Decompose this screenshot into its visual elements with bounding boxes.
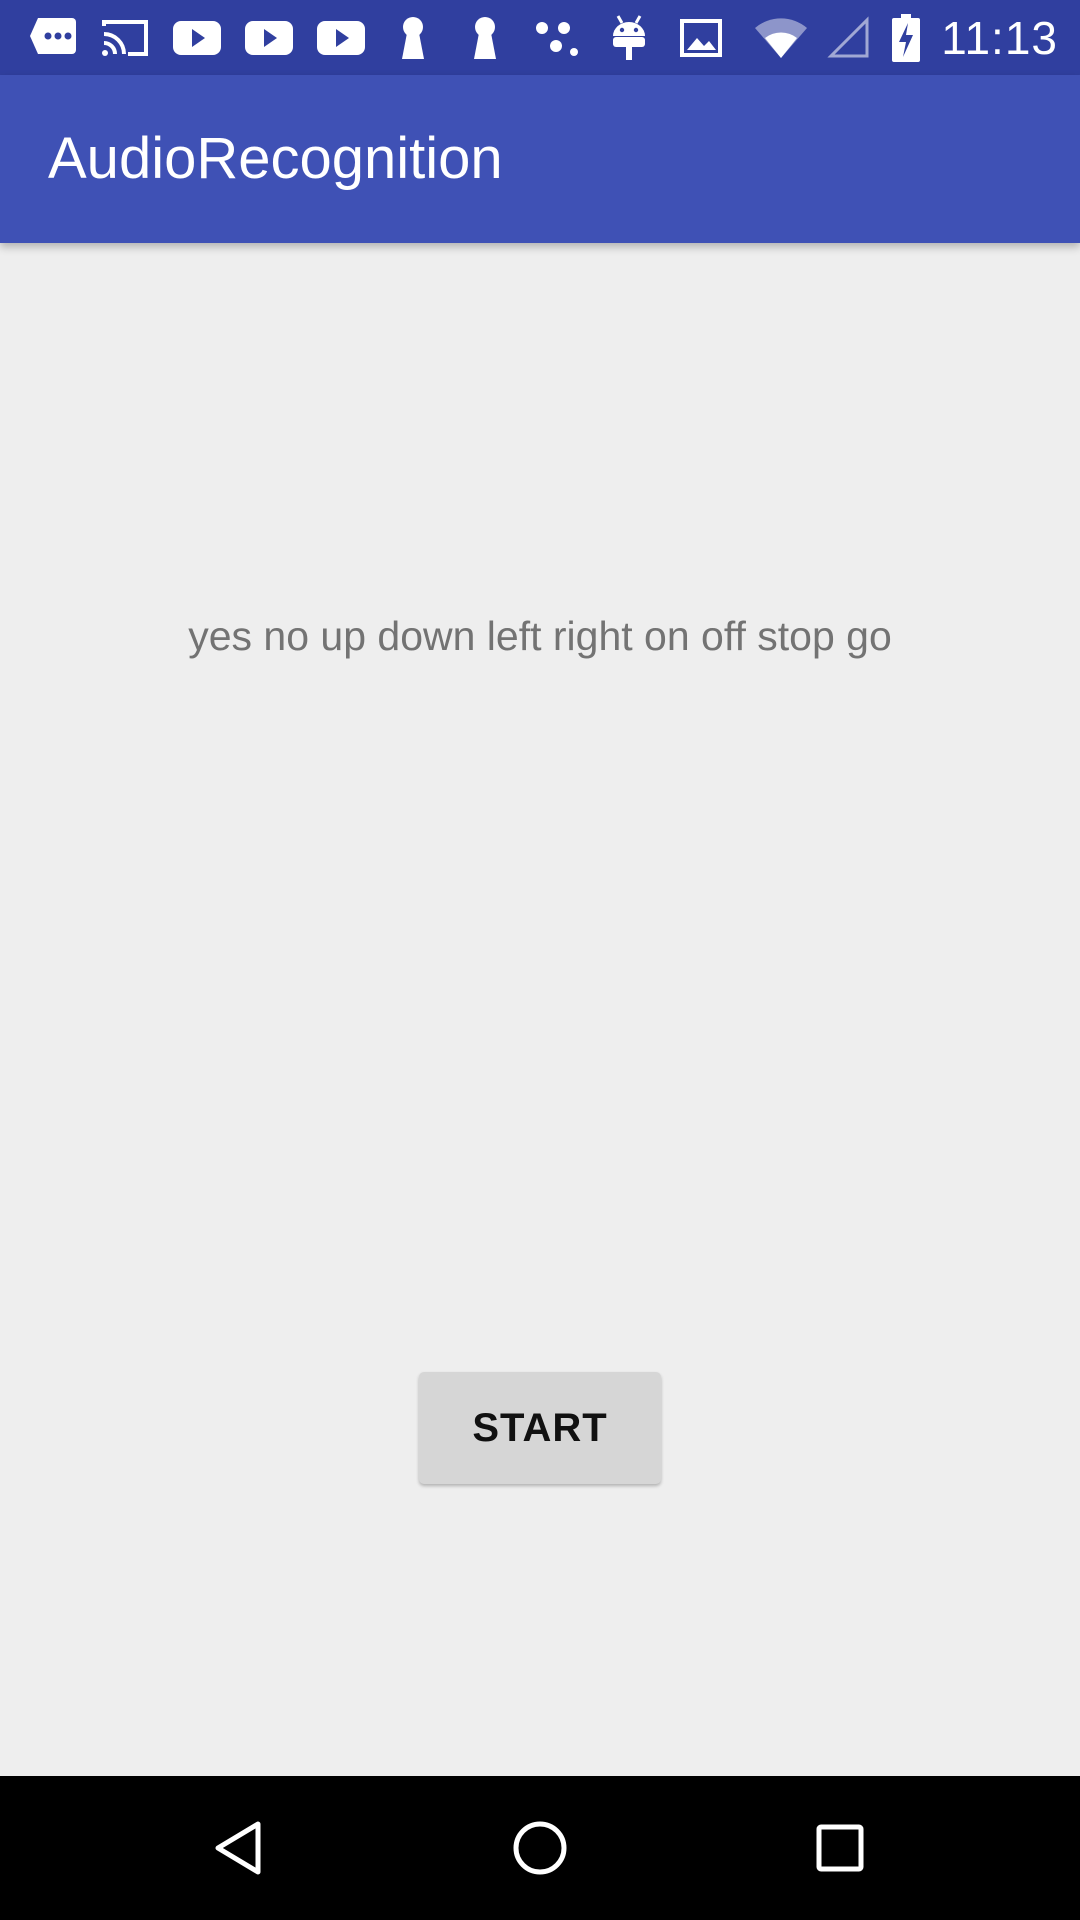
battery-charging-icon — [889, 13, 923, 63]
clock: 11:13 — [941, 11, 1058, 64]
youtube-icon — [244, 13, 294, 63]
main-content: yes no up down left right on off stop go… — [0, 243, 1080, 1776]
command-words-label: yes no up down left right on off stop go — [188, 613, 892, 659]
youtube-icon — [316, 13, 366, 63]
dots-icon — [532, 13, 582, 63]
youtube-icon — [172, 13, 222, 63]
signal-icon — [827, 13, 871, 63]
back-button[interactable] — [168, 1776, 312, 1920]
back-icon — [215, 1821, 261, 1875]
chat-icon — [28, 13, 78, 63]
home-icon — [513, 1821, 567, 1875]
wifi-icon — [753, 13, 809, 63]
notification-icons — [28, 0, 726, 75]
navigation-bar — [0, 1776, 1080, 1920]
keyhole-icon — [460, 13, 510, 63]
app-bar: AudioRecognition — [0, 75, 1080, 243]
cast-icon — [100, 13, 150, 63]
recents-icon — [816, 1824, 864, 1872]
android-icon — [604, 13, 654, 63]
keyhole-icon — [388, 13, 438, 63]
status-bar: 11:13 — [0, 0, 1080, 75]
image-icon — [676, 13, 726, 63]
system-icons: 11:13 — [753, 0, 1058, 75]
screen: 11:13 AudioRecognition yes no up down le… — [0, 0, 1080, 1920]
start-button[interactable]: START — [419, 1372, 661, 1484]
app-title: AudioRecognition — [48, 126, 503, 191]
home-button[interactable] — [468, 1776, 612, 1920]
recents-button[interactable] — [768, 1776, 912, 1920]
